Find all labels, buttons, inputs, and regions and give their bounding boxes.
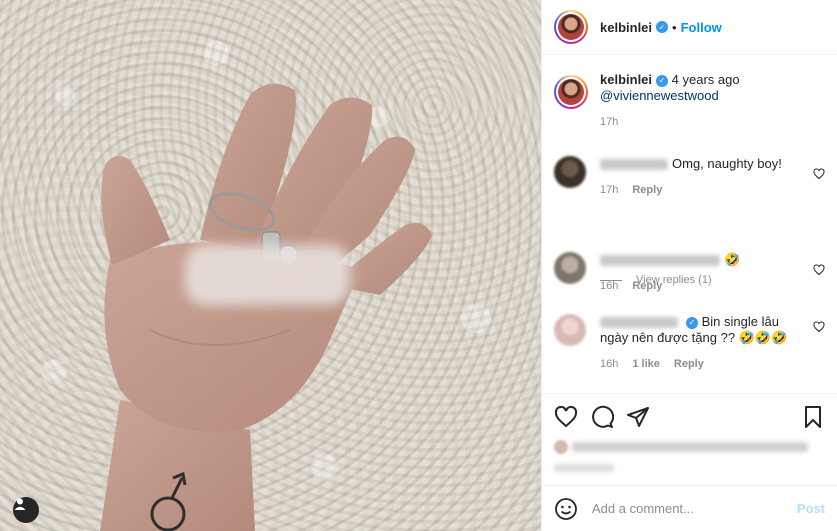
action-bar	[542, 393, 837, 485]
commenter-name[interactable]	[600, 317, 678, 329]
comment-bubble-icon[interactable]	[590, 405, 614, 429]
comment-text: Omg, naughty boy!	[672, 156, 782, 171]
caption-time[interactable]: 17h	[600, 114, 740, 130]
separator-dot: •	[672, 19, 677, 35]
liked-by-summary[interactable]	[554, 440, 825, 454]
likes-count[interactable]: 1 like	[632, 356, 660, 372]
comment-item: Omg, naughty boy! 17h Reply	[554, 156, 825, 198]
caption-mention[interactable]: @viviennewestwood	[600, 88, 740, 104]
reply-button[interactable]: Reply	[674, 356, 704, 372]
verified-badge-icon: ✓	[656, 74, 669, 87]
caption: kelbinlei ✓ 4 years ago @viviennewestwood…	[554, 72, 825, 130]
follow-button[interactable]: Follow	[681, 20, 722, 35]
post-date	[554, 464, 614, 472]
add-comment-bar: Post	[542, 485, 837, 531]
heart-icon[interactable]	[813, 321, 825, 333]
commenter-name[interactable]	[600, 255, 720, 267]
heart-icon[interactable]	[813, 168, 825, 180]
bookmark-icon[interactable]	[801, 405, 825, 429]
post-sidebar: kelbinlei ✓ • Follow kelbinlei ✓ 4 years …	[541, 0, 837, 531]
comment-item: 🤣 16h Reply	[554, 252, 825, 294]
heart-icon[interactable]	[554, 405, 578, 429]
reply-button[interactable]: Reply	[632, 182, 662, 198]
comment-item: ✓ Bin single lâu ngày nên được tặng ?? 🤣…	[554, 314, 825, 372]
verified-badge-icon: ✓	[686, 316, 698, 329]
caption-avatar[interactable]	[554, 75, 588, 109]
post-username[interactable]: kelbinlei	[600, 20, 652, 35]
hand-illustration	[100, 83, 432, 531]
post-header: kelbinlei ✓ • Follow	[542, 0, 837, 55]
comments-section[interactable]: kelbinlei ✓ 4 years ago @viviennewestwood…	[542, 56, 837, 393]
commenter-avatar[interactable]	[554, 252, 586, 284]
reply-button[interactable]: Reply	[632, 278, 662, 294]
caption-age: 4 years ago	[671, 72, 740, 87]
heart-icon[interactable]	[813, 264, 825, 276]
comment-input[interactable]	[592, 501, 797, 516]
comment-time[interactable]: 16h	[600, 356, 618, 372]
avatar[interactable]	[554, 10, 588, 44]
post-button[interactable]: Post	[797, 501, 825, 516]
commenter-avatar[interactable]	[554, 156, 586, 188]
caption-username[interactable]: kelbinlei	[600, 72, 652, 87]
user-tag-icon[interactable]	[13, 497, 39, 523]
commenter-avatar[interactable]	[554, 314, 586, 346]
paper-plane-icon[interactable]	[626, 405, 650, 429]
smiley-icon[interactable]	[554, 497, 578, 521]
verified-badge-icon: ✓	[656, 21, 669, 33]
post-photo[interactable]	[0, 0, 541, 531]
comment-time[interactable]: 17h	[600, 182, 618, 198]
comment-emoji: 🤣	[724, 252, 741, 267]
comment-time[interactable]: 16h	[600, 278, 618, 294]
commenter-name[interactable]	[600, 159, 668, 171]
